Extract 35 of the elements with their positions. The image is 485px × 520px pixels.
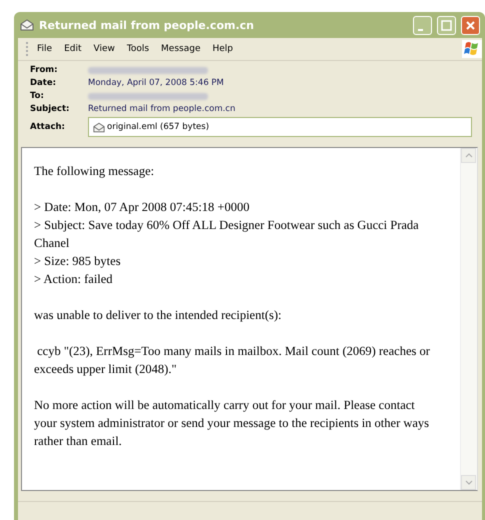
- field-label: Attach:: [30, 122, 66, 132]
- maximize-button[interactable]: [437, 16, 456, 34]
- message-text: > Subject: Save today 60% Off ALL Designer Footwear such as Gucci Prada Chanel: [34, 217, 420, 252]
- chevron-down-icon: [464, 480, 472, 485]
- minimize-button[interactable]: [413, 16, 432, 34]
- message-text: > Action: failed: [34, 271, 114, 288]
- field-value: Monday, April 07, 2008 5:46 PM: [88, 78, 225, 88]
- field-label: From:: [30, 65, 59, 75]
- chevron-up-icon: [464, 153, 472, 158]
- field-label: Date:: [30, 78, 58, 88]
- message-text: The following message:: [34, 163, 156, 180]
- menu-item[interactable]: Tools: [122, 42, 154, 56]
- close-button[interactable]: [461, 16, 480, 34]
- attachment-field[interactable]: original.eml (657 bytes): [88, 117, 472, 137]
- menu-item[interactable]: File: [32, 42, 58, 56]
- field-label: Subject:: [30, 104, 70, 114]
- scrollbar[interactable]: [460, 148, 477, 490]
- minimize-icon: [418, 28, 423, 30]
- menu-item[interactable]: Help: [207, 42, 238, 56]
- menu-item[interactable]: View: [88, 42, 120, 56]
- message-text: ccyb "(23), ErrMsg=Too many mails in mailbox. Mail count (2069) reaches or exceeds upper limit (2048).": [34, 343, 431, 378]
- field-value: Returned mail from people.com.cn: [88, 104, 236, 114]
- menu-item[interactable]: Edit: [59, 42, 86, 56]
- menu-item[interactable]: Message: [156, 42, 206, 56]
- windows-flag-icon: [462, 40, 482, 58]
- close-icon: [465, 20, 476, 30]
- maximize-icon: [441, 20, 452, 30]
- message-text: was unable to deliver to the intended recipient(s):: [34, 307, 282, 324]
- message-text: No more action will be automatically carry out for your mail. Please contact your system administrator or send your message to the recipients in other ways rather than email.: [34, 397, 430, 450]
- scroll-up-button[interactable]: [461, 148, 476, 163]
- message-text: > Size: 985 bytes: [34, 253, 122, 270]
- scroll-down-button[interactable]: [461, 475, 476, 490]
- message-text: > Date: Mon, 07 Apr 2008 07:45:18 +0000: [34, 199, 250, 216]
- window-title: Returned mail from people.com.cn: [39, 18, 255, 32]
- field-label: To:: [30, 91, 45, 101]
